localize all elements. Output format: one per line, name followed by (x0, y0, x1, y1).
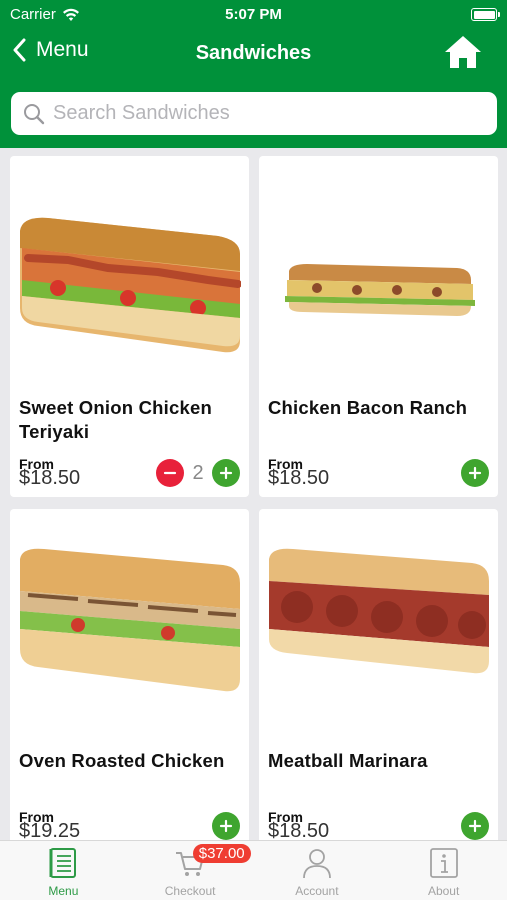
plus-icon (468, 466, 482, 480)
tab-label: Menu (48, 884, 79, 898)
product-card[interactable]: Oven Roasted Chicken From $19.25 (10, 509, 249, 849)
tab-label: Checkout (164, 884, 216, 898)
sandwich-teriyaki-image (20, 217, 241, 353)
plus-icon (219, 466, 233, 480)
decrease-quantity-button[interactable] (156, 459, 184, 487)
nav-bar: Menu Sandwiches (0, 30, 507, 78)
quantity-stepper (461, 459, 489, 487)
product-name: Meatball Marinara (268, 750, 428, 771)
product-price: $18.50 (19, 467, 81, 489)
page-title: Sandwiches (195, 42, 312, 64)
battery-icon (471, 8, 500, 21)
tab-menu[interactable]: Menu (0, 841, 127, 900)
tab-account[interactable]: Account (254, 841, 381, 900)
plus-icon (468, 819, 482, 833)
product-price: $18.50 (268, 467, 330, 489)
product-card[interactable]: Sweet Onion Chicken Teriyaki From $18.50… (10, 156, 249, 497)
add-to-cart-button[interactable] (461, 459, 489, 487)
product-card[interactable]: Chicken Bacon Ranch From $18.50 (259, 156, 498, 497)
product-name: Chicken Bacon Ranch (268, 397, 468, 418)
status-time: 5:07 PM (225, 6, 282, 23)
person-icon (302, 849, 331, 879)
app-header: Carrier 5:07 PM Menu Sandwiches (0, 0, 507, 148)
add-to-cart-button[interactable] (212, 812, 240, 840)
search-input[interactable] (53, 102, 473, 125)
sandwich-bacon-ranch-image (285, 264, 475, 316)
minus-icon (163, 471, 177, 475)
quantity-stepper (212, 812, 240, 840)
sandwich-meatball-image (269, 548, 489, 674)
search-bar[interactable] (11, 92, 497, 135)
quantity-stepper: 2 (156, 459, 240, 487)
sandwich-roasted-chicken-image (20, 548, 240, 692)
menu-book-icon (49, 848, 77, 878)
quantity-value: 2 (192, 461, 204, 484)
product-card[interactable]: Meatball Marinara From $18.50 (259, 509, 498, 849)
add-to-cart-button[interactable] (461, 812, 489, 840)
tab-label: Account (295, 884, 339, 898)
search-icon (24, 103, 45, 124)
info-icon (429, 848, 458, 878)
tab-about[interactable]: About (380, 841, 507, 900)
increase-quantity-button[interactable] (212, 459, 240, 487)
home-icon (445, 36, 481, 68)
product-name: Oven Roasted Chicken (19, 750, 225, 771)
tab-label: About (427, 884, 460, 898)
tab-bar: Menu $37.00 Checkout Account About (0, 840, 507, 900)
cart-total-badge: $37.00 (192, 844, 251, 863)
home-button[interactable] (443, 34, 483, 70)
tab-checkout[interactable]: $37.00 Checkout (127, 841, 254, 900)
quantity-stepper (461, 812, 489, 840)
plus-icon (219, 819, 233, 833)
status-bar: Carrier 5:07 PM (0, 0, 507, 30)
product-name: Sweet Onion Chicken Teriyaki (19, 397, 212, 442)
